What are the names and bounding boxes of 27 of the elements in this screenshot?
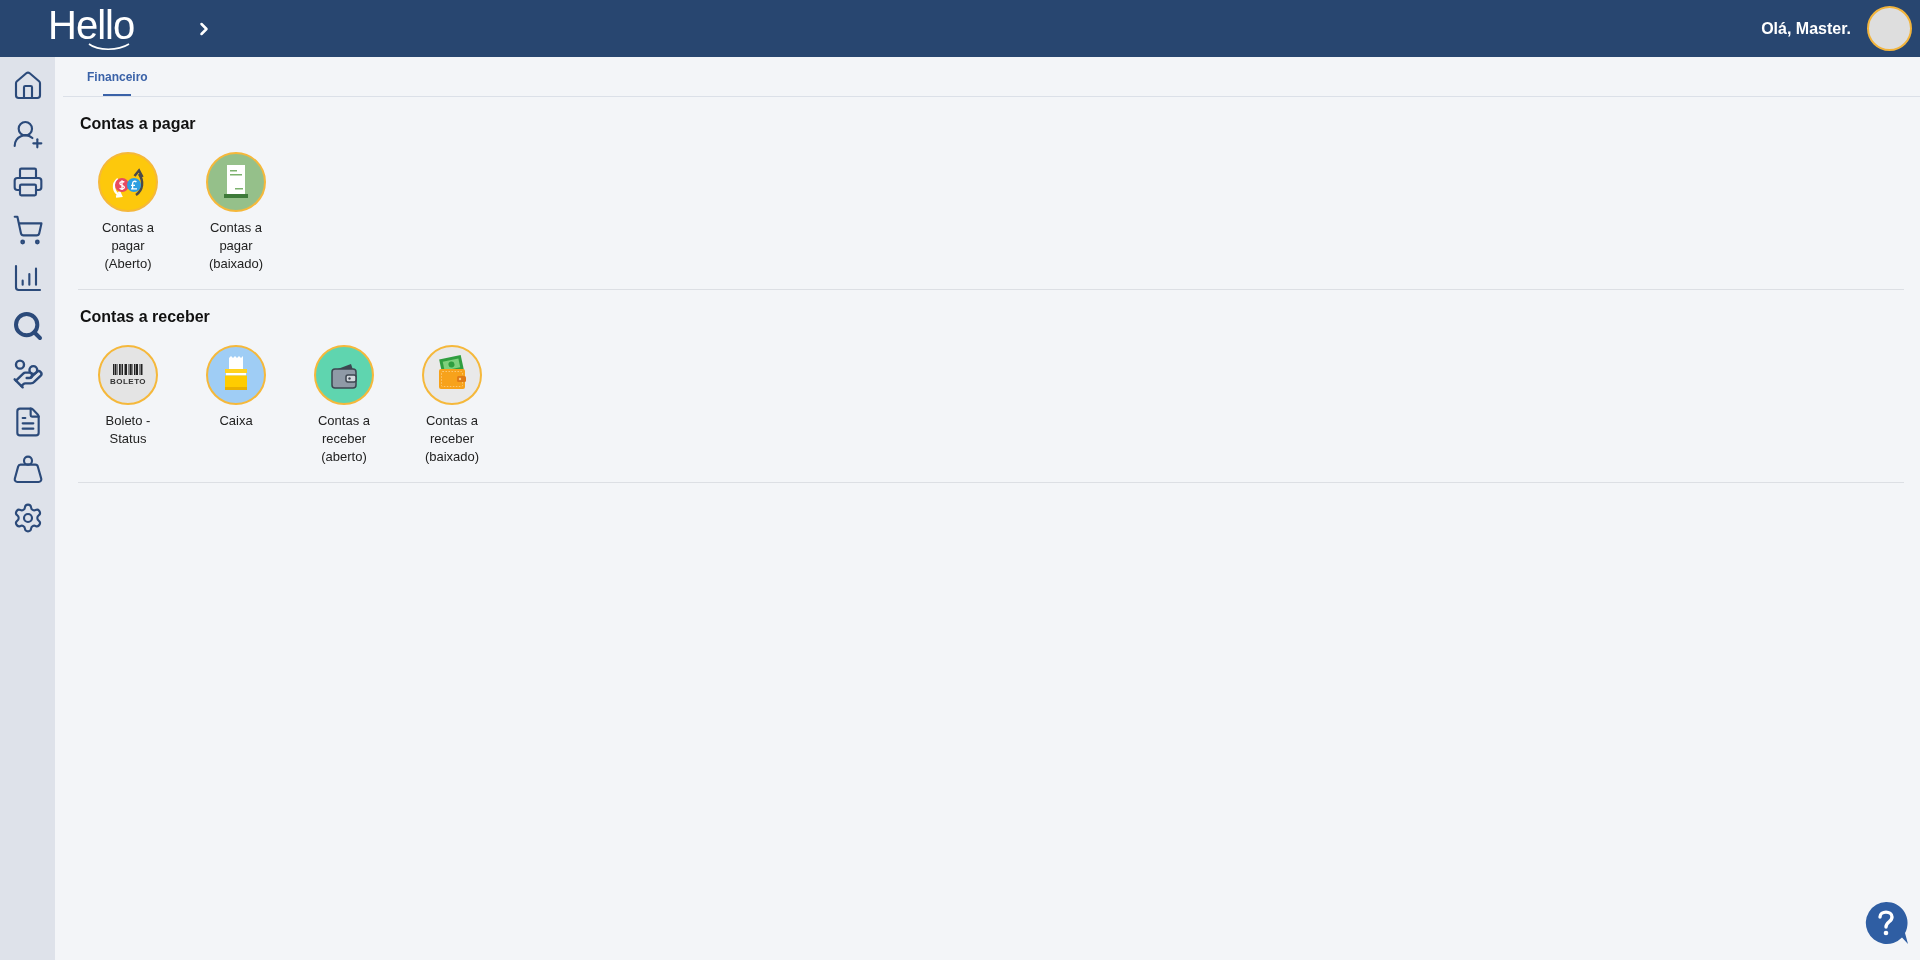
- logo-swoosh-icon: [88, 42, 130, 51]
- hand-coins-icon[interactable]: [11, 358, 44, 390]
- shortcut-link[interactable]: Contas a receber (baixado): [402, 345, 502, 466]
- currency-exchange-icon: [98, 152, 158, 212]
- receipt-icon: [206, 152, 266, 212]
- shortcut-link[interactable]: Caixa: [186, 345, 286, 466]
- printer-icon[interactable]: [11, 166, 44, 198]
- help-icon[interactable]: [1863, 900, 1909, 946]
- wallet-icon: [314, 345, 374, 405]
- section-title: Contas a pagar: [80, 114, 197, 134]
- search-icon[interactable]: [11, 310, 44, 342]
- weight-icon[interactable]: [11, 454, 44, 486]
- cart-icon[interactable]: [11, 214, 44, 246]
- avatar[interactable]: [1867, 6, 1912, 51]
- shortcut-link[interactable]: Contas a pagar (baixado): [186, 152, 286, 273]
- shortcut-link[interactable]: Contas a receber (aberto): [294, 345, 394, 466]
- tab[interactable]: Financeiro: [63, 57, 172, 96]
- logo-text: Hello: [48, 6, 136, 43]
- boleto-label: BOLETO: [109, 377, 147, 386]
- cash-register-icon: [206, 345, 266, 405]
- barcode-icon: [113, 364, 143, 375]
- wallet-cash-icon: [422, 345, 482, 405]
- shortcut-link[interactable]: BOLETO Boleto - Status: [78, 345, 178, 466]
- greeting-text: Olá, Master.: [1761, 19, 1851, 38]
- section-title: Contas a receber: [80, 307, 211, 327]
- shortcut-link[interactable]: Contas a pagar (Aberto): [78, 152, 178, 273]
- user-add-icon[interactable]: [11, 118, 44, 150]
